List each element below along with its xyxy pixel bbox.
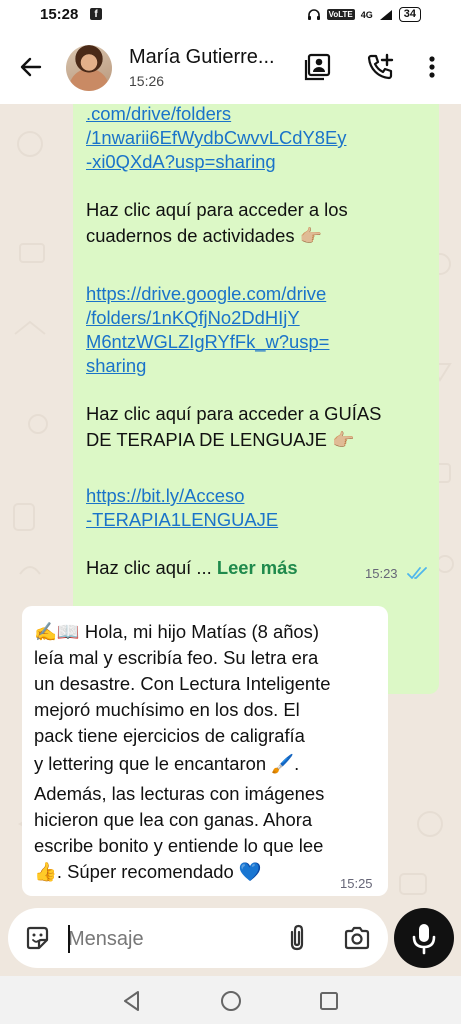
message-text-row: cuadernos de actividades 👉🏼 [86, 224, 322, 248]
paperclip-icon[interactable] [284, 924, 310, 952]
arrow-left-icon[interactable] [18, 54, 44, 80]
message-text: Haz clic aquí para acceder a GUÍAS [86, 403, 382, 424]
nav-recents-icon[interactable] [317, 989, 341, 1013]
message-link[interactable]: -TERAPIA1LENGUAJE [86, 508, 278, 532]
message-text: mejoró muchísimo en los dos. El [34, 699, 300, 720]
message-link[interactable]: .com/drive/folders [86, 104, 231, 126]
message-text: hicieron que lea con ganas. Ahora [34, 809, 313, 830]
battery-indicator: 34 [398, 7, 421, 22]
chat-header: María Gutierre... 15:26 [0, 30, 461, 104]
message-text: pack tiene ejercicios de caligrafía [34, 725, 305, 746]
status-time: 15:28 [40, 6, 79, 23]
system-navigation-bar [0, 976, 461, 1024]
pointing-hand-icon: 👉🏼 [331, 430, 355, 450]
add-call-icon[interactable] [365, 52, 395, 82]
text-cursor [68, 925, 70, 953]
message-link[interactable]: https://drive.google.com/drive [86, 282, 326, 306]
message-truncated-row: Haz clic aquí ... Leer más [86, 556, 298, 580]
message-link[interactable]: M6ntzWGLZIgRYfFk_w?usp= [86, 330, 329, 354]
facebook-notification-icon: f [90, 8, 102, 20]
read-receipt-icon [407, 567, 427, 579]
camera-icon[interactable] [343, 925, 371, 951]
message-text: Haz clic aquí ... [86, 557, 212, 578]
message-text: DE TERAPIA DE LENGUAJE [86, 429, 327, 450]
message-link[interactable]: /1nwarii6EfWydbCwvvLCdY8Ey [86, 126, 346, 150]
sticker-icon[interactable] [24, 925, 50, 951]
message-link[interactable]: https://bit.ly/Acceso [86, 484, 244, 508]
message-link[interactable]: sharing [86, 354, 146, 378]
pointing-hand-icon: 👉🏼 [299, 226, 323, 246]
message-text: cuadernos de actividades [86, 225, 295, 246]
message-composer [8, 908, 388, 968]
chat-area[interactable]: .com/drive/folders /1nwarii6EfWydbCwvvLC… [0, 104, 461, 910]
message-link[interactable]: -xi0QXdA?usp=sharing [86, 150, 276, 174]
nav-back-icon[interactable] [120, 989, 144, 1013]
contact-name[interactable]: María Gutierre... [129, 46, 275, 69]
message-text-row: DE TERAPIA DE LENGUAJE 👉🏼 [86, 428, 354, 452]
message-link[interactable]: /folders/1nKQfjNo2DdHIjY [86, 306, 300, 330]
message-time: 15:25 [340, 876, 373, 891]
message-text: Haz clic aquí para acceder a los [86, 199, 348, 220]
message-text: 👍. Súper recomendado 💙 [34, 861, 262, 882]
network-type: 4G [360, 9, 373, 20]
headphones-icon [307, 8, 320, 20]
status-indicators: VoLTE 4G 34 [307, 7, 421, 22]
message-input[interactable] [66, 920, 270, 958]
message-text: Además, las lecturas con imágenes [34, 783, 325, 804]
message-time: 15:23 [365, 566, 398, 581]
message-text: ✍️📖 Hola, mi hijo Matías (8 años) [34, 621, 319, 642]
message-text: escribe bonito y entiende lo que lee [34, 835, 324, 856]
read-more-link[interactable]: Leer más [217, 557, 298, 578]
incoming-message[interactable]: ✍️📖 Hola, mi hijo Matías (8 años) leía m… [22, 606, 388, 896]
message-text: un desastre. Con Lectura Inteligente [34, 673, 331, 694]
more-vertical-icon[interactable] [417, 52, 447, 82]
voice-message-button[interactable] [394, 908, 454, 968]
contact-card-icon[interactable] [303, 52, 333, 82]
message-text: y lettering que le encantaron 🖌️. [34, 753, 300, 774]
contact-subtitle: 15:26 [129, 73, 165, 89]
signal-icon [379, 9, 392, 20]
microphone-icon [412, 924, 436, 955]
status-bar: 15:28 f VoLTE 4G 34 [0, 0, 461, 30]
volte-badge: VoLTE [326, 9, 355, 20]
nav-home-icon[interactable] [219, 989, 243, 1013]
message-text: leía mal y escribía feo. Su letra era [34, 647, 319, 668]
avatar[interactable] [66, 45, 112, 91]
